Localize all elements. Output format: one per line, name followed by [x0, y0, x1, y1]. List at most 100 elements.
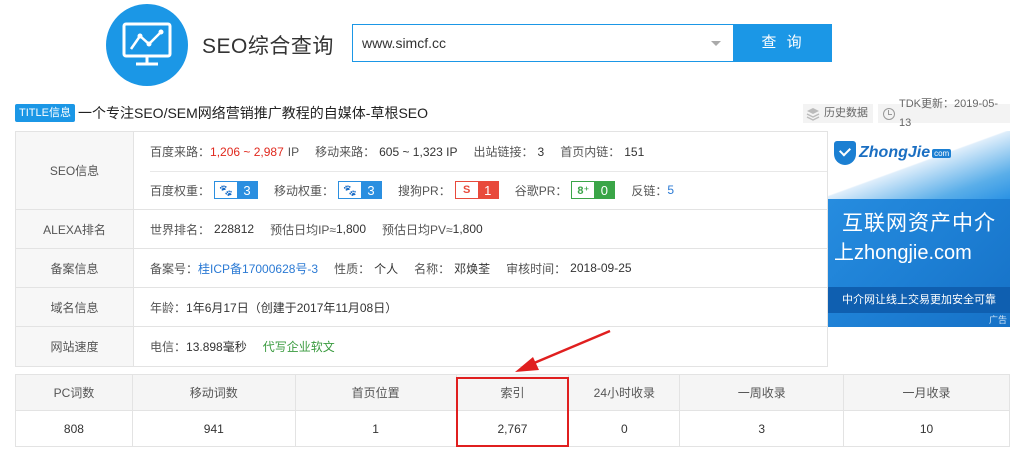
month-indexed-value[interactable]: 10: [843, 410, 1010, 447]
field-label: 年龄：: [150, 300, 187, 315]
domain-age-value: 1年6月17日（创建于2017年11月08日）: [186, 300, 398, 315]
history-data-label: 历史数据: [824, 107, 868, 119]
title-tag: TITLE信息: [15, 104, 75, 122]
search-box[interactable]: [352, 24, 734, 62]
domain-age: 年龄： 1年6月17日（创建于2017年11月08日）: [150, 299, 397, 316]
row-label: 域名信息: [16, 288, 134, 326]
icp-number: 备案号： 桂ICP备17000628号-3: [150, 260, 318, 277]
site-title: 一个专注SEO/SEM网络营销推广教程的自媒体-草根SEO: [78, 105, 429, 121]
header-week-indexed: 一周收录: [679, 374, 845, 411]
header-month-indexed: 一月收录: [843, 374, 1010, 411]
info-line: 年龄： 1年6月17日（创建于2017年11月08日）: [150, 288, 827, 326]
history-data-button[interactable]: 历史数据: [803, 104, 873, 123]
ad-slogan: 中介网让线上交易更加安全可靠: [828, 287, 1010, 313]
alexa-row: ALEXA排名 世界排名： 228812 预估日均IP≈ 1,800 预估日均P…: [16, 210, 827, 249]
chevron-down-icon[interactable]: [711, 41, 721, 46]
row-label: ALEXA排名: [16, 210, 134, 248]
backlinks-value[interactable]: 5: [667, 183, 674, 197]
unit-label: IP: [287, 144, 300, 159]
search-input[interactable]: [353, 25, 693, 61]
mobile-weight-badge[interactable]: 🐾 3: [338, 181, 383, 199]
outlinks-value[interactable]: 3: [538, 145, 545, 159]
ad-banner[interactable]: ZhongJie com 互联网资产中介 上zhongjie.com 中介网让线…: [828, 131, 1010, 327]
nature-value: 个人: [374, 261, 399, 276]
world-rank: 世界排名： 228812: [150, 221, 254, 238]
ad-mark: 广告: [988, 315, 1007, 325]
field-label: 搜狗PR：: [398, 183, 451, 198]
promo-link[interactable]: 代写企业软文: [263, 338, 335, 355]
sogou-pr: 搜狗PR： S 1: [398, 181, 499, 199]
seo-info-table: SEO信息 百度来路： 1,206 ~ 2,987 IP 移动来路： 605 ~…: [15, 131, 828, 367]
homepage-links-value[interactable]: 151: [624, 145, 644, 159]
row-content: 备案号： 桂ICP备17000628号-3 性质： 个人 名称： 邓焕荃 审核时…: [134, 249, 827, 287]
ad-headline: 互联网资产中介: [842, 212, 996, 235]
badge-value: 3: [237, 182, 258, 198]
mobile-words-value[interactable]: 941: [131, 410, 296, 447]
world-rank-value: 228812: [214, 222, 255, 236]
telecom-speed: 电信： 13.898毫秒: [150, 338, 247, 355]
icp-row: 备案信息 备案号： 桂ICP备17000628号-3 性质： 个人 名称： 邓焕…: [16, 249, 827, 288]
ad-logo-sub: com: [932, 148, 952, 158]
layers-icon: [806, 107, 820, 121]
info-line: 百度来路： 1,206 ~ 2,987 IP 移动来路： 605 ~ 1,323…: [150, 133, 827, 171]
page-title: SEO综合查询: [202, 35, 334, 58]
domain-row: 域名信息 年龄： 1年6月17日（创建于2017年11月08日）: [16, 288, 827, 327]
clock-icon: [883, 107, 895, 120]
backlinks: 反链： 5: [631, 182, 674, 199]
google-pr-badge[interactable]: 8⁺ 0: [571, 181, 616, 199]
pc-words-value[interactable]: 808: [15, 410, 133, 447]
field-label: 名称：: [414, 261, 451, 276]
field-label: 世界排名：: [150, 222, 211, 237]
24h-indexed-value[interactable]: 0: [568, 410, 681, 447]
field-label: 移动权重：: [274, 183, 335, 198]
icp-number-link[interactable]: 桂ICP备17000628号-3: [198, 260, 318, 277]
field-label: 谷歌PR：: [514, 183, 568, 198]
mobile-source-value[interactable]: 605 ~ 1,323 IP: [379, 145, 457, 159]
google-pr: 谷歌PR： 8⁺ 0: [515, 181, 616, 199]
baidu-weight-badge[interactable]: 🐾 3: [214, 181, 259, 199]
field-label: 预估日均PV≈: [382, 222, 453, 237]
outlinks: 出站链接： 3: [474, 143, 545, 160]
row-label: SEO信息: [16, 132, 134, 209]
field-label: 反链：: [631, 183, 668, 198]
baidu-source-value[interactable]: 1,206 ~ 2,987: [210, 145, 284, 159]
header-24h-indexed: 24小时收录: [568, 374, 681, 411]
sogou-pr-badge[interactable]: S 1: [454, 181, 499, 199]
paw-icon: 🐾: [339, 182, 362, 198]
ad-logo-text: ZhongJie: [859, 144, 931, 161]
info-line: 百度权重： 🐾 3 移动权重： 🐾 3 搜狗PR： S 1 谷歌PR： 8⁺ 0…: [150, 170, 827, 209]
badge-value: 0: [594, 182, 615, 198]
field-label: 电信：: [150, 340, 187, 354]
name-value: 邓焕荃: [454, 261, 491, 276]
field-label: 移动来路：: [315, 145, 376, 159]
homepage-links: 首页内链： 151: [560, 143, 644, 160]
sogou-icon: S: [455, 182, 478, 198]
baidu-source: 百度来路： 1,206 ~ 2,987 IP: [150, 143, 299, 160]
badge-value: 3: [361, 182, 382, 198]
monitor-chart-icon: [122, 22, 172, 66]
highlight-box: [456, 377, 569, 447]
icp-name: 名称： 邓焕荃: [414, 260, 490, 277]
row-content: 年龄： 1年6月17日（创建于2017年11月08日）: [134, 288, 827, 326]
homepage-position-value: 1: [294, 410, 457, 447]
speed-row: 网站速度 电信： 13.898毫秒 代写企业软文: [16, 327, 827, 366]
paw-icon: 🐾: [215, 182, 238, 198]
shield-icon: [834, 141, 856, 165]
seo-info-row: SEO信息 百度来路： 1,206 ~ 2,987 IP 移动来路： 605 ~…: [16, 132, 827, 210]
week-indexed-value[interactable]: 3: [679, 410, 845, 447]
mobile-source: 移动来路： 605 ~ 1,323 IP: [315, 143, 457, 160]
header-homepage-position: 首页位置: [294, 374, 457, 411]
row-content: 百度来路： 1,206 ~ 2,987 IP 移动来路： 605 ~ 1,323…: [134, 132, 827, 209]
field-label: 百度来路：: [150, 145, 211, 159]
search-button[interactable]: 查 询: [734, 24, 832, 62]
site-logo[interactable]: [106, 4, 188, 86]
arrow-annotation: [515, 329, 611, 372]
row-label: 备案信息: [16, 249, 134, 287]
field-label: 预估日均IP≈: [270, 222, 336, 237]
ad-url: 上zhongjie.com: [834, 242, 972, 264]
icp-audit-time: 审核时间： 2018-09-25: [506, 260, 631, 277]
ad-logo: ZhongJie com: [834, 141, 952, 165]
est-daily-ip: 预估日均IP≈ 1,800: [270, 221, 366, 238]
audit-time-value: 2018-09-25: [570, 261, 632, 275]
tdk-update-button[interactable]: TDK更新：2019-05-13: [878, 98, 1010, 129]
